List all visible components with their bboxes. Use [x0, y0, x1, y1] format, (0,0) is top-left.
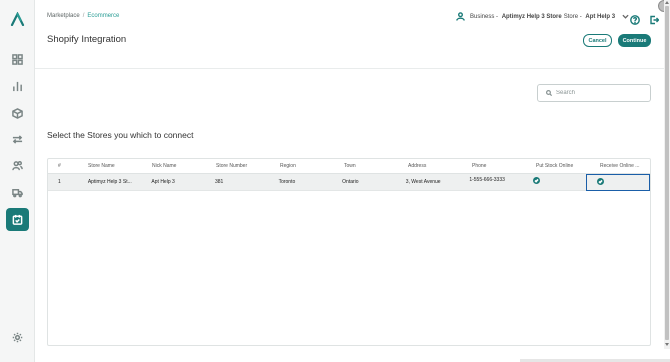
cell-phone: 1-555-666-3333 [469, 177, 505, 183]
continue-button[interactable]: Continue [618, 34, 651, 47]
users-icon [12, 161, 23, 171]
logout-icon[interactable] [649, 12, 660, 25]
sidebar-item-settings[interactable] [6, 326, 29, 349]
sidebar-item-marketplace[interactable] [6, 208, 29, 231]
logo-icon [10, 12, 25, 26]
breadcrumb: Marketplace / Ecommerce [47, 13, 119, 19]
settings-icon [12, 332, 23, 343]
scroll-down-arrow[interactable] [665, 343, 669, 346]
column-header-phone[interactable]: Phone [462, 159, 526, 173]
cell-region: Toronto [278, 179, 296, 185]
scroll-up-arrow[interactable] [665, 1, 669, 4]
column-header-store-name[interactable]: Store Name [78, 159, 142, 173]
column-header-address[interactable]: Address [398, 159, 462, 173]
table-row[interactable]: 1 Aptimyz Help 3 St... Apt Help 3 381 To… [48, 174, 651, 191]
store-icon [12, 214, 23, 225]
cell-address: 3, West Avenue [405, 179, 441, 185]
cell-nick-name: Apt Help 3 [151, 179, 175, 185]
table-header: # Store Name Nick Name Store Number Regi… [48, 159, 650, 174]
chevron-down-icon[interactable] [617, 13, 629, 22]
user-icon [456, 11, 470, 23]
business-prefix: Business - [470, 14, 499, 20]
vertical-scrollbar[interactable] [664, 0, 670, 349]
cancel-button[interactable]: Cancel [583, 34, 612, 47]
help-icon[interactable] [630, 12, 640, 25]
sidebar-item-products[interactable] [6, 102, 29, 125]
cell-number: 1 [58, 179, 61, 185]
search-input[interactable] [556, 90, 646, 96]
store-label: Store - [563, 14, 582, 20]
column-header-region[interactable]: Region [270, 159, 334, 173]
store-name: Apt Help 3 [585, 14, 616, 20]
breadcrumb-marketplace[interactable]: Marketplace [47, 13, 80, 19]
business-name: Aptimyz Help 3 Store [501, 14, 562, 20]
page-title: Shopify Integration [47, 34, 127, 45]
column-header-town[interactable]: Town [334, 159, 398, 173]
column-header-number[interactable]: # [48, 159, 78, 173]
cell-town: Ontario [342, 179, 359, 185]
column-header-receive-online[interactable]: Receive Online ... [590, 159, 650, 173]
breadcrumb-separator: / [82, 13, 85, 19]
column-header-nick-name[interactable]: Nick Name [142, 159, 206, 173]
dashboard-icon [12, 54, 23, 65]
box-icon [12, 108, 23, 119]
breadcrumb-ecommerce[interactable]: Ecommerce [87, 13, 119, 19]
sidebar-item-reports[interactable] [6, 75, 29, 98]
check-circle-icon[interactable] [597, 178, 605, 185]
search-icon [546, 90, 552, 96]
column-header-store-number[interactable]: Store Number [206, 159, 270, 173]
cell-store-name: Aptimyz Help 3 St... [87, 179, 132, 185]
truck-icon [12, 189, 23, 198]
sidebar-item-shipping[interactable] [6, 181, 29, 204]
sidebar-item-dashboard[interactable] [6, 48, 29, 71]
cell-store-number: 381 [215, 179, 224, 185]
header-divider [35, 68, 665, 69]
search-box[interactable] [537, 84, 651, 102]
cell-receive-online[interactable] [586, 174, 651, 191]
sidebar [0, 0, 35, 362]
business-selector[interactable]: Business - Aptimyz Help 3 Store Store - A… [456, 10, 629, 24]
cell-put-stock-online[interactable] [523, 174, 587, 190]
column-header-put-stock-online[interactable]: Put Stock Online [526, 159, 590, 173]
scrollbar-thumb[interactable] [665, 6, 669, 340]
stores-table: # Store Name Nick Name Store Number Regi… [47, 158, 651, 346]
transfer-icon [12, 135, 23, 144]
check-circle-icon[interactable] [532, 177, 540, 184]
chart-icon [13, 81, 22, 92]
sidebar-item-transfers[interactable] [6, 128, 29, 151]
section-title: Select the Stores you which to connect [47, 130, 194, 140]
sidebar-item-customers[interactable] [6, 154, 29, 177]
